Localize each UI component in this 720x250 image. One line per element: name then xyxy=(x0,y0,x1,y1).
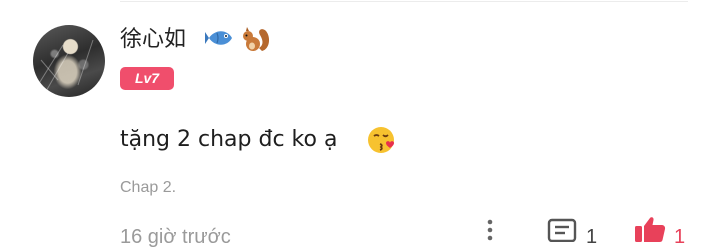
user-avatar[interactable] xyxy=(33,25,105,97)
timestamp: 16 giờ trước xyxy=(120,226,231,248)
comment-text: tặng 2 chap đc ko ạ xyxy=(120,127,338,152)
fish-icon xyxy=(205,27,237,54)
top-divider xyxy=(120,1,688,2)
reply-icon[interactable] xyxy=(546,218,578,247)
like-count: 1 xyxy=(674,226,686,248)
squirrel-icon xyxy=(240,27,272,58)
more-options-icon[interactable] xyxy=(481,218,499,247)
kissing-heart-icon xyxy=(366,124,398,161)
chapter-label[interactable]: Chap 2. xyxy=(120,178,176,198)
reply-count: 1 xyxy=(586,226,598,248)
thumbs-up-icon[interactable] xyxy=(633,216,667,247)
username[interactable]: 徐心如 xyxy=(120,26,186,54)
level-badge: Lv7 xyxy=(120,67,174,90)
